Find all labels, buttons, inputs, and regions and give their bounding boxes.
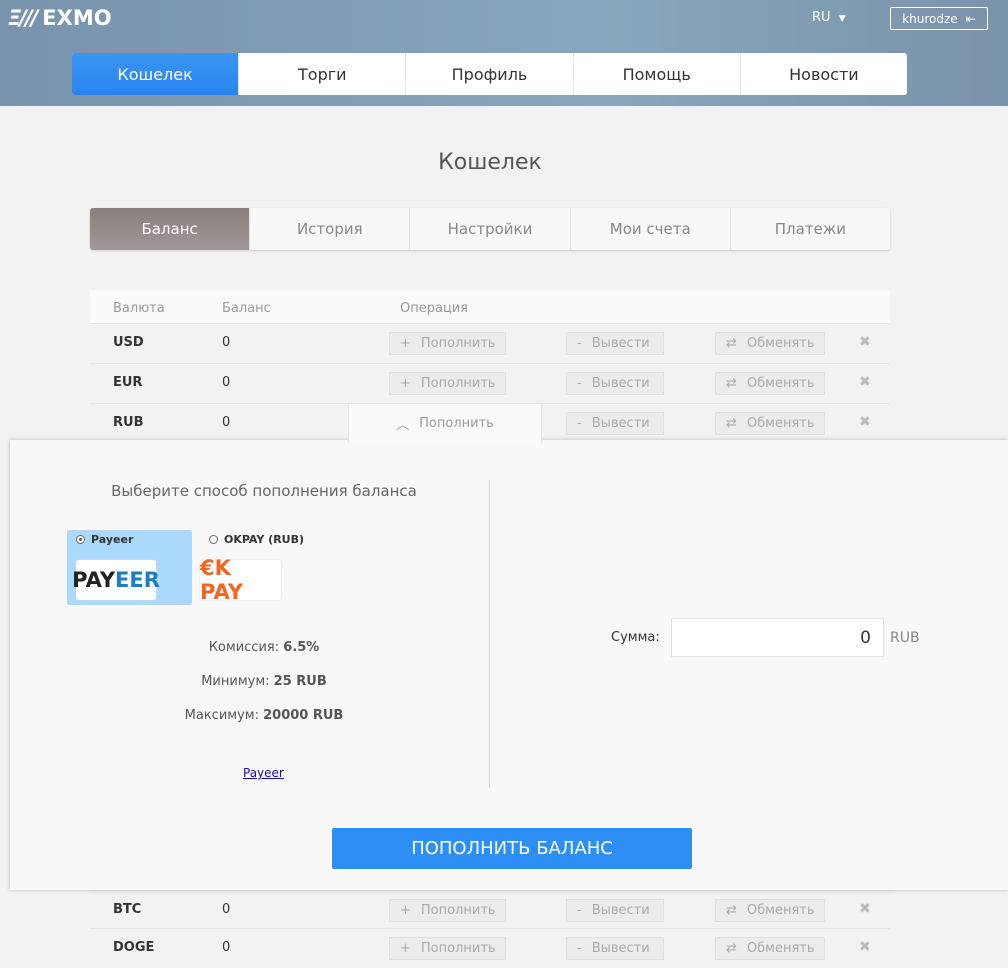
header: Ξ/// EXMO RU ▼ khurodze ⇤ Кошелек Торги П… xyxy=(0,0,1008,106)
currency: BTC xyxy=(113,902,142,917)
withdraw-button[interactable]: - Вывести xyxy=(566,899,664,922)
currency: EUR xyxy=(113,375,143,390)
balance: 0 xyxy=(222,375,231,390)
tab-balance[interactable]: Баланс xyxy=(90,208,251,250)
tab-payments[interactable]: Платежи xyxy=(731,208,890,250)
deposit-panel: Выберите способ пополнения баланса Payee… xyxy=(10,440,1008,890)
exchange-button[interactable]: ⇄ Обменять xyxy=(715,412,825,435)
caret-down-icon: ▼ xyxy=(838,14,846,24)
nav-news[interactable]: Новости xyxy=(741,53,907,95)
exchange-icon: ⇄ xyxy=(726,903,737,918)
exchange-button[interactable]: ⇄ Обменять xyxy=(715,372,825,395)
method-okpay[interactable]: OKPAY (RUB) €K PAY xyxy=(200,530,304,605)
table-row: DOGE 0 + Пополнить - Вывести ⇄ Обменять ✖ xyxy=(90,928,890,968)
withdraw-button[interactable]: - Вывести xyxy=(566,332,664,355)
radio-payeer[interactable] xyxy=(76,535,85,544)
nav-trading[interactable]: Торги xyxy=(239,53,407,95)
deposit-button[interactable]: +Пополнить xyxy=(389,937,506,960)
nav-profile[interactable]: Профиль xyxy=(406,53,574,95)
withdraw-button[interactable]: - Вывести xyxy=(566,937,664,960)
nav-wallet[interactable]: Кошелек xyxy=(72,53,240,95)
col-currency: Валюта xyxy=(113,301,165,316)
exchange-button[interactable]: ⇄ Обменять xyxy=(715,937,825,960)
deposit-button[interactable]: +Пополнить xyxy=(389,332,506,355)
col-operation: Операция xyxy=(400,301,469,316)
plus-icon: + xyxy=(400,941,411,956)
plus-icon: + xyxy=(400,336,411,351)
nav-help[interactable]: Помощь xyxy=(574,53,741,95)
close-icon[interactable]: ✖ xyxy=(859,374,871,390)
balance: 0 xyxy=(222,940,231,955)
commission: Комиссия: 6.5% xyxy=(208,640,320,655)
exchange-icon: ⇄ xyxy=(726,376,737,391)
deposit-method-title: Выберите способ пополнения баланса xyxy=(111,482,417,500)
deposit-button[interactable]: +Пополнить xyxy=(389,372,506,395)
wallet-tabs: Баланс История Настройки Мои счета Плате… xyxy=(90,208,890,250)
currency: DOGE xyxy=(113,940,155,955)
table-row: USD 0 + Пополнить - Вывести ⇄ Обменять ✖ xyxy=(90,323,890,363)
balance: 0 xyxy=(222,335,231,350)
balance: 0 xyxy=(222,415,231,430)
deposit-button[interactable]: +Пополнить xyxy=(389,899,506,922)
method-payeer[interactable]: Payeer PAY EER xyxy=(67,530,192,605)
main-nav: Кошелек Торги Профиль Помощь Новости xyxy=(72,53,907,95)
deposit-toggle-rub[interactable]: ︿ Пополнить xyxy=(348,403,542,443)
withdraw-button[interactable]: - Вывести xyxy=(566,412,664,435)
table-row: EUR 0 + Пополнить - Вывести ⇄ Обменять ✖ xyxy=(90,363,890,403)
plus-icon: + xyxy=(400,376,411,391)
exchange-icon: ⇄ xyxy=(726,941,737,956)
plus-icon: + xyxy=(400,903,411,918)
table-row: BTC 0 + Пополнить - Вывести ⇄ Обменять ✖ xyxy=(90,890,890,930)
deposit-submit-button[interactable]: ПОПОЛНИТЬ БАЛАНС xyxy=(332,828,692,869)
chevron-up-icon: ︿ xyxy=(396,418,410,433)
exchange-button[interactable]: ⇄ Обменять xyxy=(715,332,825,355)
close-icon[interactable]: ✖ xyxy=(859,901,871,917)
language-select[interactable]: RU ▼ xyxy=(812,10,846,25)
minus-icon: - xyxy=(577,336,582,351)
payeer-link[interactable]: Payeer xyxy=(243,766,284,780)
sum-label: Сумма: xyxy=(611,630,660,645)
currency: RUB xyxy=(113,415,144,430)
currency: USD xyxy=(113,335,144,350)
exchange-icon: ⇄ xyxy=(726,336,737,351)
col-balance: Баланс xyxy=(222,301,271,316)
minus-icon: - xyxy=(577,416,582,431)
minus-icon: - xyxy=(577,376,582,391)
maximum: Максимум: 20000 RUB xyxy=(184,708,344,723)
user-logout-button[interactable]: khurodze ⇤ xyxy=(890,7,988,30)
tab-settings[interactable]: Настройки xyxy=(410,208,571,250)
exchange-icon: ⇄ xyxy=(726,416,737,431)
close-icon[interactable]: ✖ xyxy=(859,414,871,430)
page-title: Кошелек xyxy=(438,150,542,175)
close-icon[interactable]: ✖ xyxy=(859,939,871,955)
okpay-logo: €K PAY xyxy=(200,556,281,604)
close-icon[interactable]: ✖ xyxy=(859,334,871,350)
sum-currency: RUB xyxy=(890,630,920,646)
table-header: Валюта Баланс Операция xyxy=(90,290,890,323)
tab-accounts[interactable]: Мои счета xyxy=(571,208,731,250)
minus-icon: - xyxy=(577,903,582,918)
exmo-logo[interactable]: Ξ/// EXMO xyxy=(8,6,112,30)
sum-input[interactable] xyxy=(671,618,884,657)
withdraw-button[interactable]: - Вывести xyxy=(566,372,664,395)
tab-history[interactable]: История xyxy=(250,208,411,250)
logout-icon: ⇤ xyxy=(965,11,976,26)
payeer-logo: PAY EER xyxy=(72,560,160,600)
exchange-button[interactable]: ⇄ Обменять xyxy=(715,899,825,922)
divider xyxy=(489,480,490,788)
radio-okpay[interactable] xyxy=(209,535,218,544)
minimum: Минимум: 25 RUB xyxy=(201,674,327,689)
balance: 0 xyxy=(222,902,231,917)
minus-icon: - xyxy=(577,941,582,956)
